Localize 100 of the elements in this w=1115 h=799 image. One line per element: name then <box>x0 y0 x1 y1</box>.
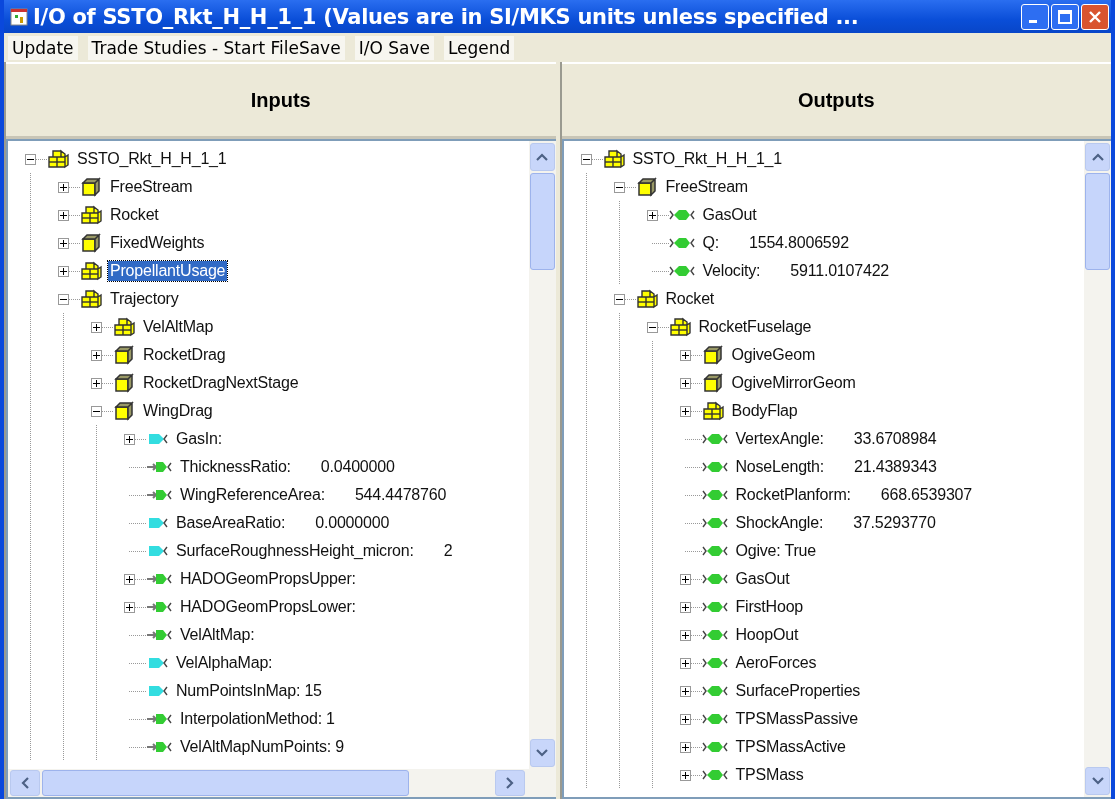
expand-toggle[interactable] <box>124 601 135 613</box>
scroll-down-button[interactable] <box>529 739 555 767</box>
tree-item[interactable]: FirstHoop <box>733 597 806 617</box>
tree-item[interactable]: SurfaceRoughnessHeight_micron: 2 <box>174 541 455 561</box>
scroll-down-button[interactable] <box>1085 767 1110 795</box>
up-chevron-icon <box>536 153 548 161</box>
scroll-up-button[interactable] <box>529 143 555 171</box>
scroll-left-button[interactable] <box>10 770 40 796</box>
tree-item[interactable]: NumPointsInMap: 15 <box>174 681 324 701</box>
tree-item[interactable]: ThicknessRatio: 0.0400000 <box>178 457 397 477</box>
expand-toggle[interactable] <box>580 153 592 165</box>
plus-icon <box>60 211 67 219</box>
tree-item[interactable]: WingReferenceArea: 544.4478760 <box>178 485 449 505</box>
expand-toggle[interactable] <box>124 433 135 445</box>
expand-toggle[interactable] <box>679 377 691 389</box>
scroll-right-button[interactable] <box>494 770 525 796</box>
tree-item[interactable]: HADOGeomPropsUpper: <box>178 569 358 589</box>
tree-item[interactable]: WingDrag <box>141 401 215 421</box>
tree-item[interactable]: Ogive: True <box>733 541 818 561</box>
tree-item[interactable]: HADOGeomPropsLower: <box>178 597 358 617</box>
expand-toggle[interactable] <box>613 181 625 193</box>
tree-item[interactable]: AeroForces <box>733 653 819 673</box>
expand-toggle[interactable] <box>124 573 135 585</box>
expand-toggle[interactable] <box>91 349 102 361</box>
tree-item[interactable]: NoseLength: 21.4389343 <box>733 457 939 477</box>
expand-toggle[interactable] <box>646 209 658 221</box>
tree-item[interactable]: VelAlphaMap: <box>174 653 275 673</box>
expand-toggle[interactable] <box>679 769 691 781</box>
tree-item[interactable]: VelAltMap: <box>178 625 257 645</box>
expand-toggle[interactable] <box>679 601 691 613</box>
expand-toggle[interactable] <box>91 405 102 417</box>
expand-toggle[interactable] <box>58 209 69 221</box>
menu-item[interactable]: Update <box>8 35 78 60</box>
tree-item[interactable]: HoopOut <box>733 625 801 645</box>
scroll-thumb[interactable] <box>42 770 409 796</box>
menu-item[interactable]: Trade Studies - Start FileSave <box>87 35 345 60</box>
expand-toggle[interactable] <box>58 237 69 249</box>
menu-item[interactable]: I/O Save <box>354 35 434 60</box>
expand-toggle[interactable] <box>679 405 691 417</box>
expand-toggle[interactable] <box>679 629 691 641</box>
minus-icon <box>648 326 656 328</box>
expand-toggle[interactable] <box>58 265 69 277</box>
horizontal-scrollbar[interactable] <box>8 769 556 797</box>
scroll-up-button[interactable] <box>1085 143 1110 171</box>
tree-item[interactable]: RocketDrag <box>141 345 228 365</box>
tree-item[interactable]: SSTO_Rkt_H_H_1_1 <box>630 149 784 169</box>
tree-item[interactable]: Rocket <box>663 289 717 309</box>
tree-item[interactable]: InterpolationMethod: 1 <box>178 709 337 729</box>
scroll-thumb[interactable] <box>529 173 555 270</box>
tree-item[interactable]: GasIn: <box>174 429 224 449</box>
minimize-button[interactable] <box>1021 3 1049 30</box>
tree-item[interactable]: TPSMassPassive <box>733 709 861 729</box>
maximize-button[interactable] <box>1051 3 1079 30</box>
tree-item[interactable]: VertexAngle: 33.6708984 <box>733 429 939 449</box>
expand-toggle[interactable] <box>58 181 69 193</box>
tree-item[interactable]: PropellantUsage <box>108 261 228 281</box>
tree-item[interactable]: OgiveGeom <box>729 345 818 365</box>
tree-item[interactable]: Rocket <box>108 205 161 225</box>
tree-item[interactable]: RocketPlanform: 668.6539307 <box>733 485 974 505</box>
expand-toggle[interactable] <box>25 153 36 165</box>
tree-item[interactable]: RocketDragNextStage <box>141 373 301 393</box>
tree-item[interactable]: Q: 1554.8006592 <box>700 233 851 253</box>
expand-toggle[interactable] <box>58 293 69 305</box>
menu-item[interactable]: Legend <box>443 35 515 60</box>
tree-item[interactable]: RocketFuselage <box>696 317 814 337</box>
expand-toggle[interactable] <box>91 321 102 333</box>
expand-toggle[interactable] <box>679 741 691 753</box>
tree-item[interactable]: Velocity: 5911.0107422 <box>700 261 892 281</box>
tree-item[interactable]: SurfaceProperties <box>733 681 863 701</box>
expand-toggle[interactable] <box>679 349 691 361</box>
expand-toggle[interactable] <box>679 573 691 585</box>
tree-item[interactable]: FixedWeights <box>108 233 207 253</box>
tree-item[interactable]: TPSMassActive <box>733 737 848 757</box>
tree-item[interactable]: ShockAngle: 37.5293770 <box>733 513 938 533</box>
tree-item[interactable]: OgiveMirrorGeom <box>729 373 858 393</box>
expand-toggle[interactable] <box>679 685 691 697</box>
tree-item[interactable]: SSTO_Rkt_H_H_1_1 <box>75 149 229 169</box>
tree-item[interactable]: GasOut <box>733 569 792 589</box>
vertical-scrollbar[interactable] <box>528 141 556 769</box>
minus-icon <box>27 158 34 160</box>
tree-item[interactable]: FreeStream <box>108 177 195 197</box>
expand-toggle[interactable] <box>91 377 102 389</box>
panel-title: Outputs <box>797 88 875 112</box>
tree-item[interactable]: BaseAreaRatio: 0.0000000 <box>174 513 392 533</box>
expand-toggle[interactable] <box>613 293 625 305</box>
tree-item[interactable]: BodyFlap <box>729 401 800 421</box>
left-chevron-icon <box>21 777 29 789</box>
tree-item[interactable]: FreeStream <box>663 177 750 197</box>
tree-item[interactable]: Trajectory <box>108 289 181 309</box>
cube-icon <box>635 177 658 197</box>
tree-item[interactable]: GasOut <box>700 205 759 225</box>
expand-toggle[interactable] <box>646 321 658 333</box>
close-button[interactable] <box>1081 3 1109 30</box>
tree-item[interactable]: TPSMass <box>733 765 806 785</box>
expand-toggle[interactable] <box>679 713 691 725</box>
tree-item[interactable]: VelAltMapNumPoints: 9 <box>178 737 346 757</box>
tree-item[interactable]: VelAltMap <box>141 317 216 337</box>
expand-toggle[interactable] <box>679 657 691 669</box>
scroll-thumb[interactable] <box>1085 173 1110 270</box>
vertical-scrollbar[interactable] <box>1084 141 1111 797</box>
